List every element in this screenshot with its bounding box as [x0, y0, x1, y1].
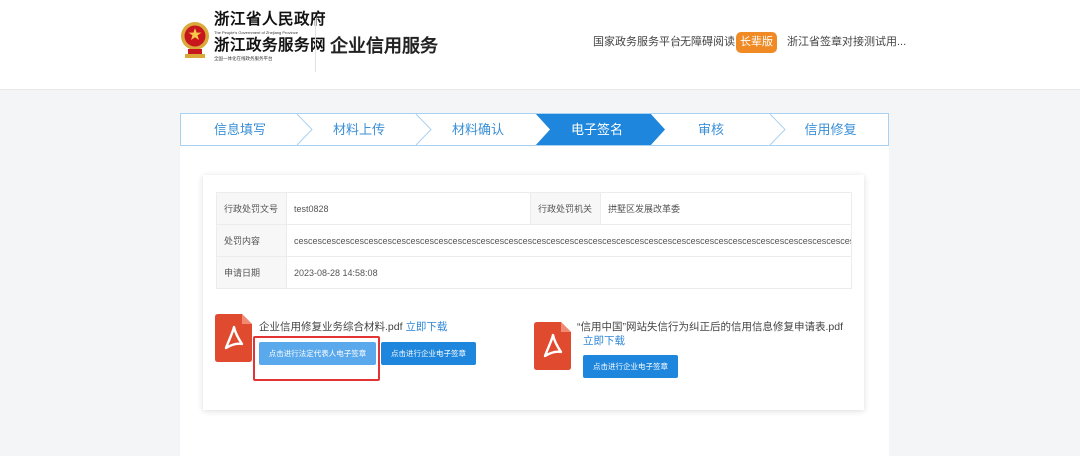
step-info-fill: 信息填写 — [213, 122, 266, 137]
date-value: 2023-08-28 14:58:08 — [286, 256, 852, 289]
table-row: 申请日期 2023-08-28 14:58:08 — [216, 256, 852, 289]
step-e-signature: 电子签名 — [570, 122, 623, 137]
legal-representative-sign-button[interactable]: 点击进行法定代表人电子签章 — [259, 342, 376, 365]
table-row: 处罚内容 cescescescescescescescescescescesce… — [216, 224, 852, 257]
pdf-file-icon — [534, 322, 571, 370]
file-name: “信用中国”网站失信行为纠正后的信用信息修复申请表.pdf — [577, 321, 844, 333]
content-value: cescescescescescescescescescescescescesc… — [286, 224, 852, 257]
step-review: 审核 — [697, 122, 724, 137]
company-sign-button[interactable]: 点击进行企业电子签章 — [381, 342, 476, 365]
portal-name: 浙江政务服务网 — [214, 37, 327, 54]
doc-no-label: 行政处罚文号 — [216, 192, 287, 225]
table-row: 行政处罚文号 test0828 行政处罚机关 拱墅区发展改革委 — [216, 192, 852, 225]
step-credit-repair: 信用修复 — [804, 122, 857, 137]
portal-slogan: 全国一体化在线政务服务平台 — [214, 56, 273, 61]
service-title: 企业信用服务 — [330, 36, 438, 56]
site-logo[interactable]: 浙江省人民政府 The People's Government of Zheji… — [214, 10, 327, 62]
date-label: 申请日期 — [216, 256, 287, 289]
user-name-link[interactable]: 浙江省签章对接测试用... — [787, 34, 906, 50]
authority-value: 拱墅区发展改革委 — [600, 192, 852, 225]
file-item: 企业信用修复业务综合材料.pdf 立即下载 — [259, 320, 447, 334]
top-header: 浙江省人民政府 The People's Government of Zheji… — [0, 0, 1080, 90]
national-platform-link[interactable]: 国家政务服务平台 — [593, 34, 681, 50]
gov-name: 浙江省人民政府 — [214, 11, 327, 28]
doc-no-value: test0828 — [286, 192, 531, 225]
authority-label: 行政处罚机关 — [530, 192, 601, 225]
elder-mode-button[interactable]: 长辈版 — [736, 32, 777, 53]
accessibility-link[interactable]: 无障碍阅读 — [680, 34, 735, 50]
nav-divider — [673, 37, 674, 48]
company-sign-button[interactable]: 点击进行企业电子签章 — [583, 355, 678, 378]
penalty-info-table: 行政处罚文号 test0828 行政处罚机关 拱墅区发展改革委 处罚内容 ces… — [216, 192, 852, 289]
download-link[interactable]: 立即下载 — [405, 321, 447, 333]
header-divider — [315, 18, 316, 72]
national-emblem-icon — [181, 22, 209, 58]
progress-steps: 信息填写 材料上传 材料确认 电子签名 审核 信用修复 — [180, 113, 889, 146]
pdf-file-icon — [215, 314, 252, 362]
step-material-upload: 材料上传 — [332, 122, 385, 137]
file-name: 企业信用修复业务综合材料.pdf — [259, 321, 403, 333]
download-link[interactable]: 立即下载 — [583, 334, 625, 348]
content-label: 处罚内容 — [216, 224, 287, 257]
step-material-confirm: 材料确认 — [451, 122, 504, 137]
